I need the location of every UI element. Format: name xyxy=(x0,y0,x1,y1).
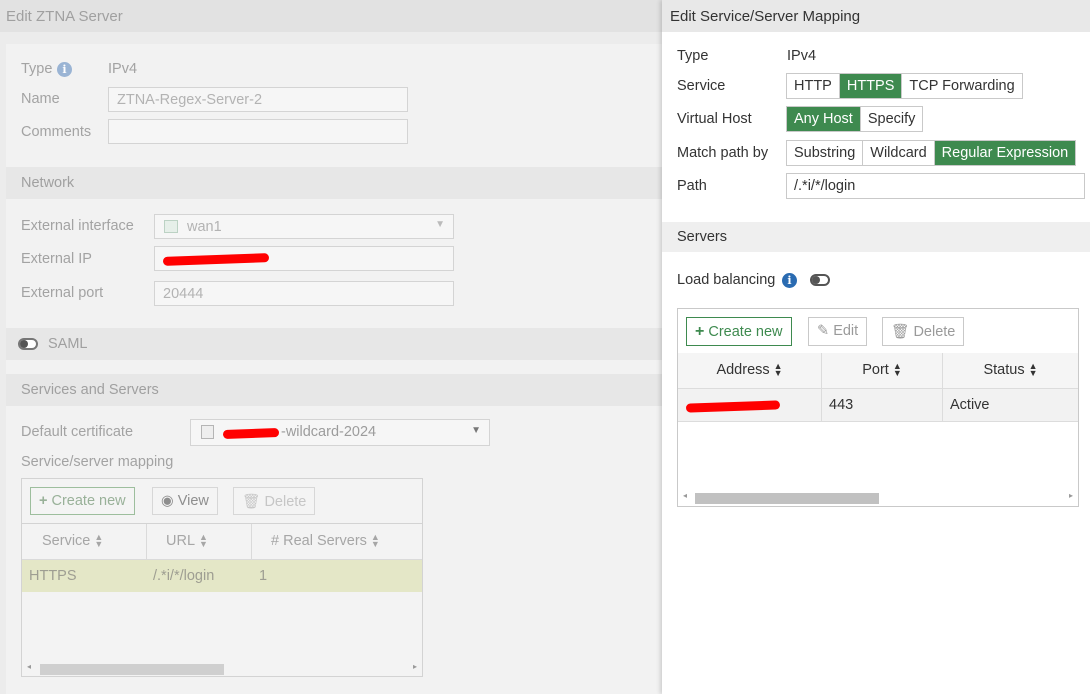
virtual-host-option-any[interactable]: Any Host xyxy=(787,107,861,131)
match-option-wildcard[interactable]: Wildcard xyxy=(863,141,935,165)
sort-icon: ▲ ▼ xyxy=(892,361,902,379)
dialog-title: Edit ZTNA Server xyxy=(0,0,662,32)
services-section-header: Services and Servers xyxy=(6,374,662,406)
table-row[interactable]: 443 Active xyxy=(678,389,1078,422)
type-value: IPv4 xyxy=(787,48,817,64)
edit-button[interactable]: ✎ Edit xyxy=(808,317,868,346)
cell-port: 443 xyxy=(822,389,943,422)
sort-icon: ▲ ▼ xyxy=(94,532,104,550)
edit-ztna-server-dialog: Edit ZTNA Server Type i IPv4 Name ZTNA-R… xyxy=(0,0,662,694)
mapping-table: Service ▲ ▼ URL ▲ ▼ # Real Servers ▲ ▼ HTTPS /… xyxy=(21,523,423,677)
cell-address xyxy=(678,389,822,422)
edit-service-mapping-dialog: Edit Service/Server Mapping Type IPv4 Se… xyxy=(662,0,1090,694)
scroll-right-icon[interactable]: ▸ xyxy=(1069,491,1073,500)
path-input[interactable]: /.*i/*/login xyxy=(786,173,1085,199)
external-interface-select[interactable]: wan1 ▼ xyxy=(154,214,454,239)
scroll-left-icon[interactable]: ◂ xyxy=(683,491,687,500)
eye-icon: ◉ xyxy=(161,493,174,509)
scrollbar-thumb[interactable] xyxy=(695,493,879,504)
type-label: Type xyxy=(21,61,53,77)
service-label: Service xyxy=(677,78,726,94)
default-certificate-select[interactable]: -wildcard-2024 ▼ xyxy=(190,419,490,446)
delete-button[interactable]: 🗑 Delete xyxy=(882,317,965,346)
table-row[interactable]: HTTPS /.*i/*/login 1 xyxy=(22,560,422,592)
dialog-title: Edit Service/Server Mapping xyxy=(662,0,1090,32)
match-option-substring[interactable]: Substring xyxy=(787,141,864,165)
service-option-https[interactable]: HTTPS xyxy=(839,74,903,98)
external-port-input[interactable]: 20444 xyxy=(154,281,454,306)
service-option-http[interactable]: HTTP xyxy=(787,74,840,98)
servers-table: + Create new ✎ Edit 🗑 Delete Address ▲ ▼ P… xyxy=(677,308,1079,507)
service-selector: HTTP HTTPS TCP Forwarding xyxy=(786,73,1023,99)
sort-icon: ▲ ▼ xyxy=(370,532,380,550)
servers-section-header: Servers xyxy=(662,222,1090,252)
column-header-port[interactable]: Port ▲ ▼ xyxy=(822,353,943,389)
column-header-address[interactable]: Address ▲ ▼ xyxy=(678,353,822,389)
comments-input[interactable] xyxy=(108,119,408,144)
name-input[interactable]: ZTNA-Regex-Server-2 xyxy=(108,87,408,112)
interface-icon xyxy=(164,220,178,233)
horizontal-scrollbar[interactable]: ◂ ▸ xyxy=(24,662,420,675)
load-balancing-toggle[interactable] xyxy=(810,274,830,286)
column-header-service[interactable]: Service ▲ ▼ xyxy=(22,524,147,560)
path-label: Path xyxy=(677,178,707,194)
plus-icon: + xyxy=(39,493,48,509)
saml-section-header: SAML xyxy=(6,328,662,360)
sort-icon: ▲ ▼ xyxy=(199,532,208,550)
delete-button[interactable]: 🗑 Delete xyxy=(233,487,316,515)
horizontal-scrollbar[interactable]: ◂ ▸ xyxy=(680,491,1076,504)
match-option-regex[interactable]: Regular Expression xyxy=(934,141,1076,165)
external-port-label: External port xyxy=(21,285,104,301)
info-icon[interactable]: i xyxy=(57,62,72,77)
virtual-host-selector: Any Host Specify xyxy=(786,106,924,132)
trash-icon: 🗑 xyxy=(891,324,910,340)
cell-status: Active xyxy=(950,397,990,413)
chevron-down-icon: ▼ xyxy=(435,219,445,230)
scroll-left-icon[interactable]: ◂ xyxy=(27,662,31,671)
scroll-right-icon[interactable]: ▸ xyxy=(413,662,417,671)
virtual-host-label: Virtual Host xyxy=(677,111,752,127)
match-path-selector: Substring Wildcard Regular Expression xyxy=(786,140,1077,166)
saml-toggle[interactable] xyxy=(18,338,38,350)
redaction-mark xyxy=(162,253,270,266)
plus-icon: + xyxy=(695,323,705,340)
column-header-real-servers[interactable]: # Real Servers ▲ ▼ xyxy=(252,524,422,560)
virtual-host-option-specify[interactable]: Specify xyxy=(860,107,923,131)
service-option-tcp-forwarding[interactable]: TCP Forwarding xyxy=(902,74,1022,98)
name-label: Name xyxy=(21,91,60,107)
external-interface-label: External interface xyxy=(21,218,134,234)
chevron-down-icon: ▼ xyxy=(471,425,481,436)
certificate-icon xyxy=(201,425,214,439)
create-new-button[interactable]: + Create new xyxy=(30,487,135,515)
info-icon[interactable]: i xyxy=(782,273,797,288)
default-certificate-label: Default certificate xyxy=(21,424,134,440)
cell-service: HTTPS xyxy=(29,568,77,584)
redaction-mark xyxy=(685,400,781,413)
view-button[interactable]: ◉ View xyxy=(152,487,218,515)
sort-icon: ▲ ▼ xyxy=(1028,361,1038,379)
scrollbar-thumb[interactable] xyxy=(40,664,224,675)
external-ip-input[interactable] xyxy=(154,246,454,271)
external-ip-label: External IP xyxy=(21,251,92,267)
certificate-name: -wildcard-2024 xyxy=(281,424,377,440)
load-balancing-label: Load balancing xyxy=(677,272,776,288)
redaction-mark xyxy=(222,428,280,439)
type-label: Type xyxy=(677,48,709,64)
create-new-button[interactable]: + Create new xyxy=(686,317,792,346)
sort-icon: ▲ ▼ xyxy=(773,361,783,379)
column-header-url[interactable]: URL ▲ ▼ xyxy=(147,524,252,560)
pencil-icon: ✎ xyxy=(817,323,830,339)
match-path-label: Match path by xyxy=(677,145,769,161)
type-value: IPv4 xyxy=(108,61,138,77)
comments-label: Comments xyxy=(21,124,92,140)
cell-url: /.*i/*/login xyxy=(153,568,215,584)
service-mapping-label: Service/server mapping xyxy=(21,454,174,470)
trash-icon: 🗑 xyxy=(242,494,261,510)
network-section-header: Network xyxy=(6,167,662,199)
column-header-status[interactable]: Status ▲ ▼ xyxy=(943,353,1078,389)
cell-real-servers: 1 xyxy=(259,568,268,584)
